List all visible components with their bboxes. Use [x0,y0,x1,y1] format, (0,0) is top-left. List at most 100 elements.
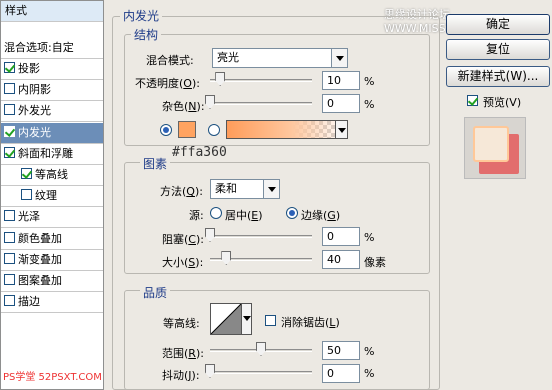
style-item-checkbox[interactable] [4,295,15,307]
contour-picker[interactable] [210,303,252,335]
style-item-checkbox[interactable] [4,104,15,116]
style-item[interactable]: 内发光 [1,122,103,144]
style-item[interactable]: 描边 [1,292,103,314]
style-item-checkbox[interactable] [4,62,15,73]
style-item-checkbox[interactable] [21,189,32,201]
noise-unit: % [364,98,375,111]
gradient-picker[interactable] [226,120,348,139]
gradient-radio[interactable] [208,124,220,136]
style-item-label: 投影 [18,62,40,75]
ps-logo: PS学堂 52PSXT.COM [3,372,102,383]
noise-input[interactable]: 0 [322,94,360,113]
style-item-label: 等高线 [35,168,68,181]
opacity-unit: % [364,75,375,88]
style-item-label: 纹理 [35,189,57,203]
style-item[interactable]: 外发光 [1,101,103,123]
method-value: 柔和 [215,182,237,195]
style-item-checkbox[interactable] [4,231,15,243]
style-item-label: 图案叠加 [18,274,62,287]
style-item-label: 斜面和浮雕 [18,146,73,160]
style-item-checkbox[interactable] [21,168,32,179]
style-item-checkbox[interactable] [4,146,15,158]
preview-shape [473,126,509,162]
source-edge-label: 边缘(G) [301,209,341,222]
style-item-checkbox[interactable] [4,274,15,285]
jitter-slider[interactable] [210,371,312,374]
antialias-checkbox[interactable] [265,315,276,326]
style-list: 样式 混合选项:自定 投影内阴影外发光内发光斜面和浮雕等高线纹理光泽颜色叠加渐变… [0,0,104,390]
style-item-checkbox[interactable] [4,125,15,137]
contour-preview-icon [211,304,241,334]
source-edge-radio[interactable] [286,207,298,219]
preview-thumbnail [464,117,526,179]
size-label: 大小(S): [162,256,204,269]
style-item-label: 渐变叠加 [18,252,62,266]
choke-label: 阻塞(C): [162,233,204,246]
style-item-label: 描边 [18,295,40,309]
preview-label: 预览(V) [483,96,522,109]
style-item[interactable]: 光泽 [1,207,103,229]
new-style-button[interactable]: 新建样式(W)... [446,66,550,87]
antialias-label: 消除锯齿(L) [281,316,340,329]
preview-checkbox[interactable] [467,95,478,106]
color-note: #ffa360 [172,145,227,160]
style-item[interactable]: 内阴影 [1,80,103,102]
choke-unit: % [364,231,375,244]
opacity-input[interactable]: 10 [322,71,360,90]
style-item-label: 外发光 [18,104,51,118]
jitter-unit: % [364,367,375,380]
style-item[interactable]: 投影 [1,59,103,80]
contour-dropdown[interactable] [241,304,251,334]
style-item-checkbox[interactable] [4,210,15,222]
style-item[interactable]: 等高线 [1,165,103,186]
range-unit: % [364,345,375,358]
choke-slider[interactable] [210,235,312,238]
range-label: 范围(R): [162,347,204,360]
chevron-down-icon [331,49,347,67]
opacity-label: 不透明度(O): [135,77,200,90]
reset-button[interactable]: 复位 [446,39,550,60]
panel-title: 内发光 [120,7,163,24]
style-item[interactable]: 斜面和浮雕 [1,144,103,165]
blending-options[interactable]: 混合选项:自定 [1,38,103,59]
quality-title: 品质 [140,284,171,301]
choke-input[interactable]: 0 [322,227,360,246]
size-unit: 像素 [364,256,386,269]
source-center-radio[interactable] [210,207,222,219]
styles-header[interactable]: 样式 [1,1,103,22]
ok-button[interactable]: 确定 [446,14,550,35]
opacity-slider[interactable] [210,79,312,82]
method-select[interactable]: 柔和 [210,179,280,199]
style-item[interactable]: 图案叠加 [1,271,103,292]
glow-color-swatch[interactable] [178,121,196,138]
style-item-checkbox[interactable] [4,252,15,264]
style-item[interactable]: 纹理 [1,186,103,208]
chevron-down-icon [243,316,251,325]
style-item[interactable]: 颜色叠加 [1,229,103,250]
source-center-label: 居中(E) [225,209,263,222]
contour-label: 等高线: [163,317,200,330]
noise-slider[interactable] [210,102,312,105]
source-label: 源: [189,209,204,222]
blend-mode-label: 混合模式: [146,54,194,67]
structure-title: 结构 [131,26,162,43]
gradient-dropdown[interactable] [335,121,347,138]
blend-mode-value: 亮光 [217,51,239,64]
size-input[interactable]: 40 [322,250,360,269]
elements-title: 图素 [140,155,171,172]
chevron-down-icon [338,128,346,137]
style-item[interactable]: 渐变叠加 [1,250,103,271]
jitter-label: 抖动(J): [162,369,200,382]
noise-label: 杂色(N): [162,100,205,113]
style-item-label: 内发光 [18,125,51,139]
style-item-checkbox[interactable] [4,83,15,95]
solid-color-radio[interactable] [160,124,172,136]
style-item-label: 光泽 [18,210,40,224]
jitter-input[interactable]: 0 [322,364,360,383]
method-label: 方法(Q): [160,185,203,198]
chevron-down-icon [263,180,279,198]
style-item-label: 内阴影 [18,83,51,97]
style-item-label: 颜色叠加 [18,231,62,245]
range-input[interactable]: 50 [322,341,360,360]
blend-mode-select[interactable]: 亮光 [212,48,348,68]
